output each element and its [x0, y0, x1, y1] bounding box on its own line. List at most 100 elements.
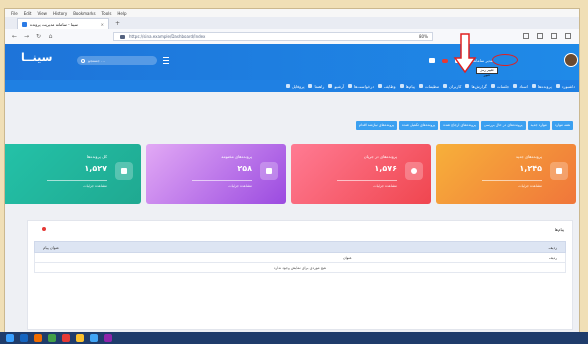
card-link[interactable]: مشاهده جزئیات [373, 184, 397, 188]
folder-icon[interactable] [76, 334, 84, 342]
filter-button[interactable]: موارد جدید [527, 121, 550, 130]
column-header[interactable]: ردیف [540, 245, 565, 250]
address-bar[interactable]: https://sina.example/Dashboard/Index [113, 32, 433, 41]
stat-card-total[interactable]: کل پرونده‌ها ۱,۵۲۷ مشاهده جزئیات [5, 144, 141, 204]
filter-button[interactable]: پرونده‌های نیازمند اقدام [355, 121, 398, 130]
menu-view[interactable]: View [37, 11, 47, 16]
card-title: کل پرونده‌ها [86, 154, 107, 159]
chat-icon [260, 162, 278, 180]
app-icon[interactable] [48, 334, 56, 342]
messages-panel: پیام‌ها ردیف عنوان پیام ردیف عنوان هیچ م… [27, 220, 573, 330]
nav-item[interactable]: درخواست‌ها [348, 84, 374, 89]
search-placeholder: جستجو ... [88, 58, 105, 63]
nav-item[interactable]: راهنما [308, 84, 324, 89]
library-icon[interactable] [523, 33, 529, 39]
annotation-circle [492, 54, 518, 66]
navigation-toolbar: ← → ↻ ⌂ https://sina.example/Dashboard/I… [5, 29, 579, 45]
card-value: ۱,۵۲۷ [84, 164, 107, 173]
menu-bookmarks[interactable]: Bookmarks [73, 11, 95, 16]
nav-item[interactable]: وظایف [377, 84, 396, 89]
mail-icon[interactable] [429, 58, 435, 63]
forward-icon[interactable]: → [23, 33, 30, 40]
os-taskbar [0, 332, 588, 344]
card-value: ۲۵۸ [237, 164, 252, 173]
app-icon[interactable] [62, 334, 70, 342]
tab-title: سینا - سامانه مدیریت پرونده [30, 21, 78, 27]
card-divider [192, 180, 252, 181]
table-subheader: ردیف عنوان [34, 253, 566, 263]
browser-window: File Edit View History Bookmarks Tools H… [4, 8, 580, 336]
nav-item[interactable]: گزارش‌ها [465, 84, 487, 89]
avatar[interactable] [564, 53, 578, 67]
app-icon[interactable] [104, 334, 112, 342]
card-link[interactable]: مشاهده جزئیات [228, 184, 252, 188]
alert-dot-icon [42, 227, 46, 231]
stat-card-closed[interactable]: پرونده‌های مختومه ۲۵۸ مشاهده جزئیات [146, 144, 286, 204]
stat-card-new[interactable]: پرونده‌های جدید ۱,۲۴۵ مشاهده جزئیات [436, 144, 576, 204]
filter-button[interactable]: پرونده‌های در حال بررسی [480, 121, 526, 130]
subheader-cell: ردیف [548, 255, 557, 260]
users-icon [550, 162, 568, 180]
reload-icon[interactable]: ↻ [35, 33, 42, 40]
card-title: پرونده‌های مختومه [221, 154, 252, 159]
menu-edit[interactable]: Edit [24, 11, 32, 16]
filter-button[interactable]: همه موارد [551, 121, 573, 130]
card-divider [47, 180, 107, 181]
search-icon [81, 58, 85, 63]
tab-strip: سینا - سامانه مدیریت پرونده × + [5, 17, 579, 29]
card-value: ۱,۵۷۶ [374, 164, 397, 173]
nav-item[interactable]: کاربران [443, 84, 461, 89]
card-link[interactable]: مشاهده جزئیات [83, 184, 107, 188]
tooltip: تغییر رمز عبور [476, 67, 498, 77]
card-title: پرونده‌های در جریان [363, 154, 397, 159]
nav-item[interactable]: پروفایل [285, 84, 304, 89]
firefox-icon[interactable] [34, 334, 42, 342]
panel-title: پیام‌ها [554, 227, 564, 232]
nav-item[interactable]: آرشیو [328, 84, 344, 89]
filter-buttons: همه موارد موارد جدید پرونده‌های در حال ب… [355, 121, 573, 130]
new-tab-icon[interactable]: + [113, 19, 122, 28]
nav-item[interactable]: پیام‌ها [399, 84, 415, 89]
menu-toggle-icon[interactable] [163, 57, 169, 64]
stat-card-progress[interactable]: پرونده‌های در جریان ۱,۵۷۶ مشاهده جزئیات [291, 144, 431, 204]
card-value: ۱,۲۴۵ [519, 164, 542, 173]
app-header: سینــا جستجو ... مدیر سامانه تغییر رمز ع… [5, 33, 579, 80]
nav-item[interactable]: تنظیمات [418, 84, 439, 89]
toolbar-icons [523, 33, 571, 39]
home-icon[interactable]: ⌂ [47, 33, 54, 40]
menu-tools[interactable]: Tools [102, 11, 112, 16]
column-header[interactable]: عنوان پیام [35, 245, 67, 250]
annotation-arrow-icon [453, 33, 477, 74]
nav-item[interactable]: اسناد [513, 84, 528, 89]
account-icon[interactable] [551, 33, 557, 39]
zoom-level[interactable]: 80% [419, 34, 428, 39]
filter-button[interactable]: پرونده‌های تکمیل شده [399, 121, 439, 130]
table-header: ردیف عنوان پیام [34, 241, 566, 253]
menu-history[interactable]: History [53, 11, 67, 16]
empty-message: هیچ موردی برای نمایش وجود ندارد [34, 263, 566, 273]
nav-item[interactable]: داشبورد [555, 84, 575, 89]
browser-tab[interactable]: سینا - سامانه مدیریت پرونده × [17, 18, 109, 29]
notification-badge[interactable] [442, 58, 448, 63]
card-title: پرونده‌های جدید [515, 154, 542, 159]
search-input[interactable]: جستجو ... [77, 56, 157, 65]
address-text: https://sina.example/Dashboard/Index [129, 34, 206, 39]
menu-icon[interactable] [565, 33, 571, 39]
app-icon[interactable] [90, 334, 98, 342]
sidebar-icon[interactable] [537, 33, 543, 39]
dashboard-content: همه موارد موارد جدید پرونده‌های در حال ب… [5, 92, 579, 335]
menu-help[interactable]: Help [117, 11, 126, 16]
play-icon[interactable] [20, 334, 28, 342]
back-icon[interactable]: ← [11, 33, 18, 40]
nav-item[interactable]: جلسات [490, 84, 509, 89]
menu-file[interactable]: File [11, 11, 18, 16]
card-divider [482, 180, 542, 181]
nav-item[interactable]: پرونده‌ها [531, 84, 552, 89]
subheader-cell: عنوان [343, 255, 352, 260]
start-icon[interactable] [6, 334, 14, 342]
card-link[interactable]: مشاهده جزئیات [518, 184, 542, 188]
tab-close-icon[interactable]: × [101, 22, 104, 27]
filter-button[interactable]: پرونده‌های ارجاع شده [440, 121, 479, 130]
favicon-icon [22, 21, 27, 27]
folder-icon [115, 162, 133, 180]
